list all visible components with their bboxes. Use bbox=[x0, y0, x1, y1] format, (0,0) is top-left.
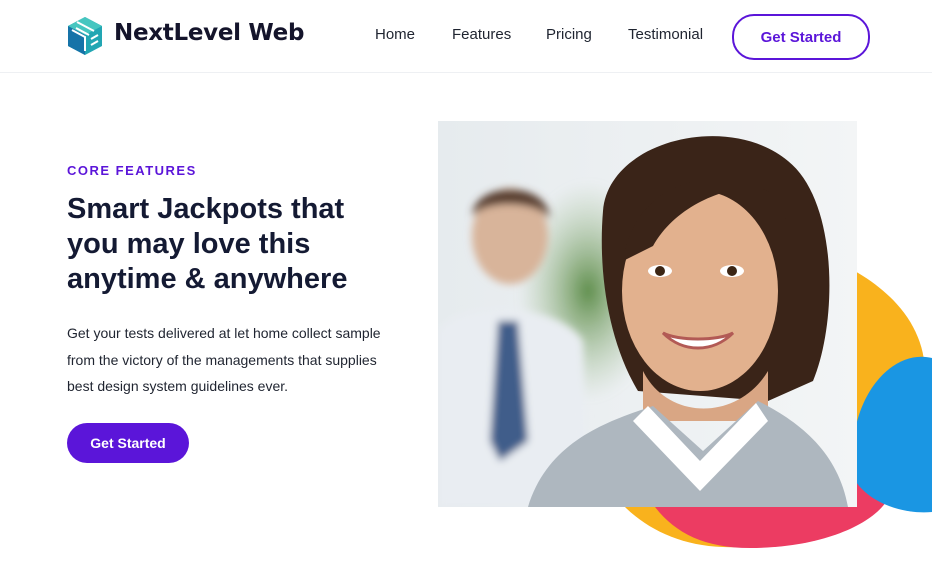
hero-eyebrow: CORE FEATURES bbox=[67, 163, 197, 178]
hero-get-started-button[interactable]: Get Started bbox=[67, 423, 189, 463]
hero-description: Get your tests delivered at let home col… bbox=[67, 325, 381, 394]
nav-pricing[interactable]: Pricing bbox=[546, 26, 592, 43]
nav-home[interactable]: Home bbox=[375, 26, 415, 43]
smiling-woman-photo bbox=[438, 121, 857, 507]
hero-headline: Smart Jackpots that you may love this an… bbox=[67, 193, 348, 295]
site-header: NextLevel Web Home Features Pricing Test… bbox=[0, 0, 932, 73]
nav-features[interactable]: Features bbox=[452, 26, 511, 43]
cube-logo-icon[interactable] bbox=[67, 16, 103, 56]
nav-testimonial[interactable]: Testimonial bbox=[628, 26, 703, 43]
brand-name[interactable]: NextLevel Web bbox=[114, 20, 304, 46]
header-get-started-button[interactable]: Get Started bbox=[732, 14, 870, 60]
